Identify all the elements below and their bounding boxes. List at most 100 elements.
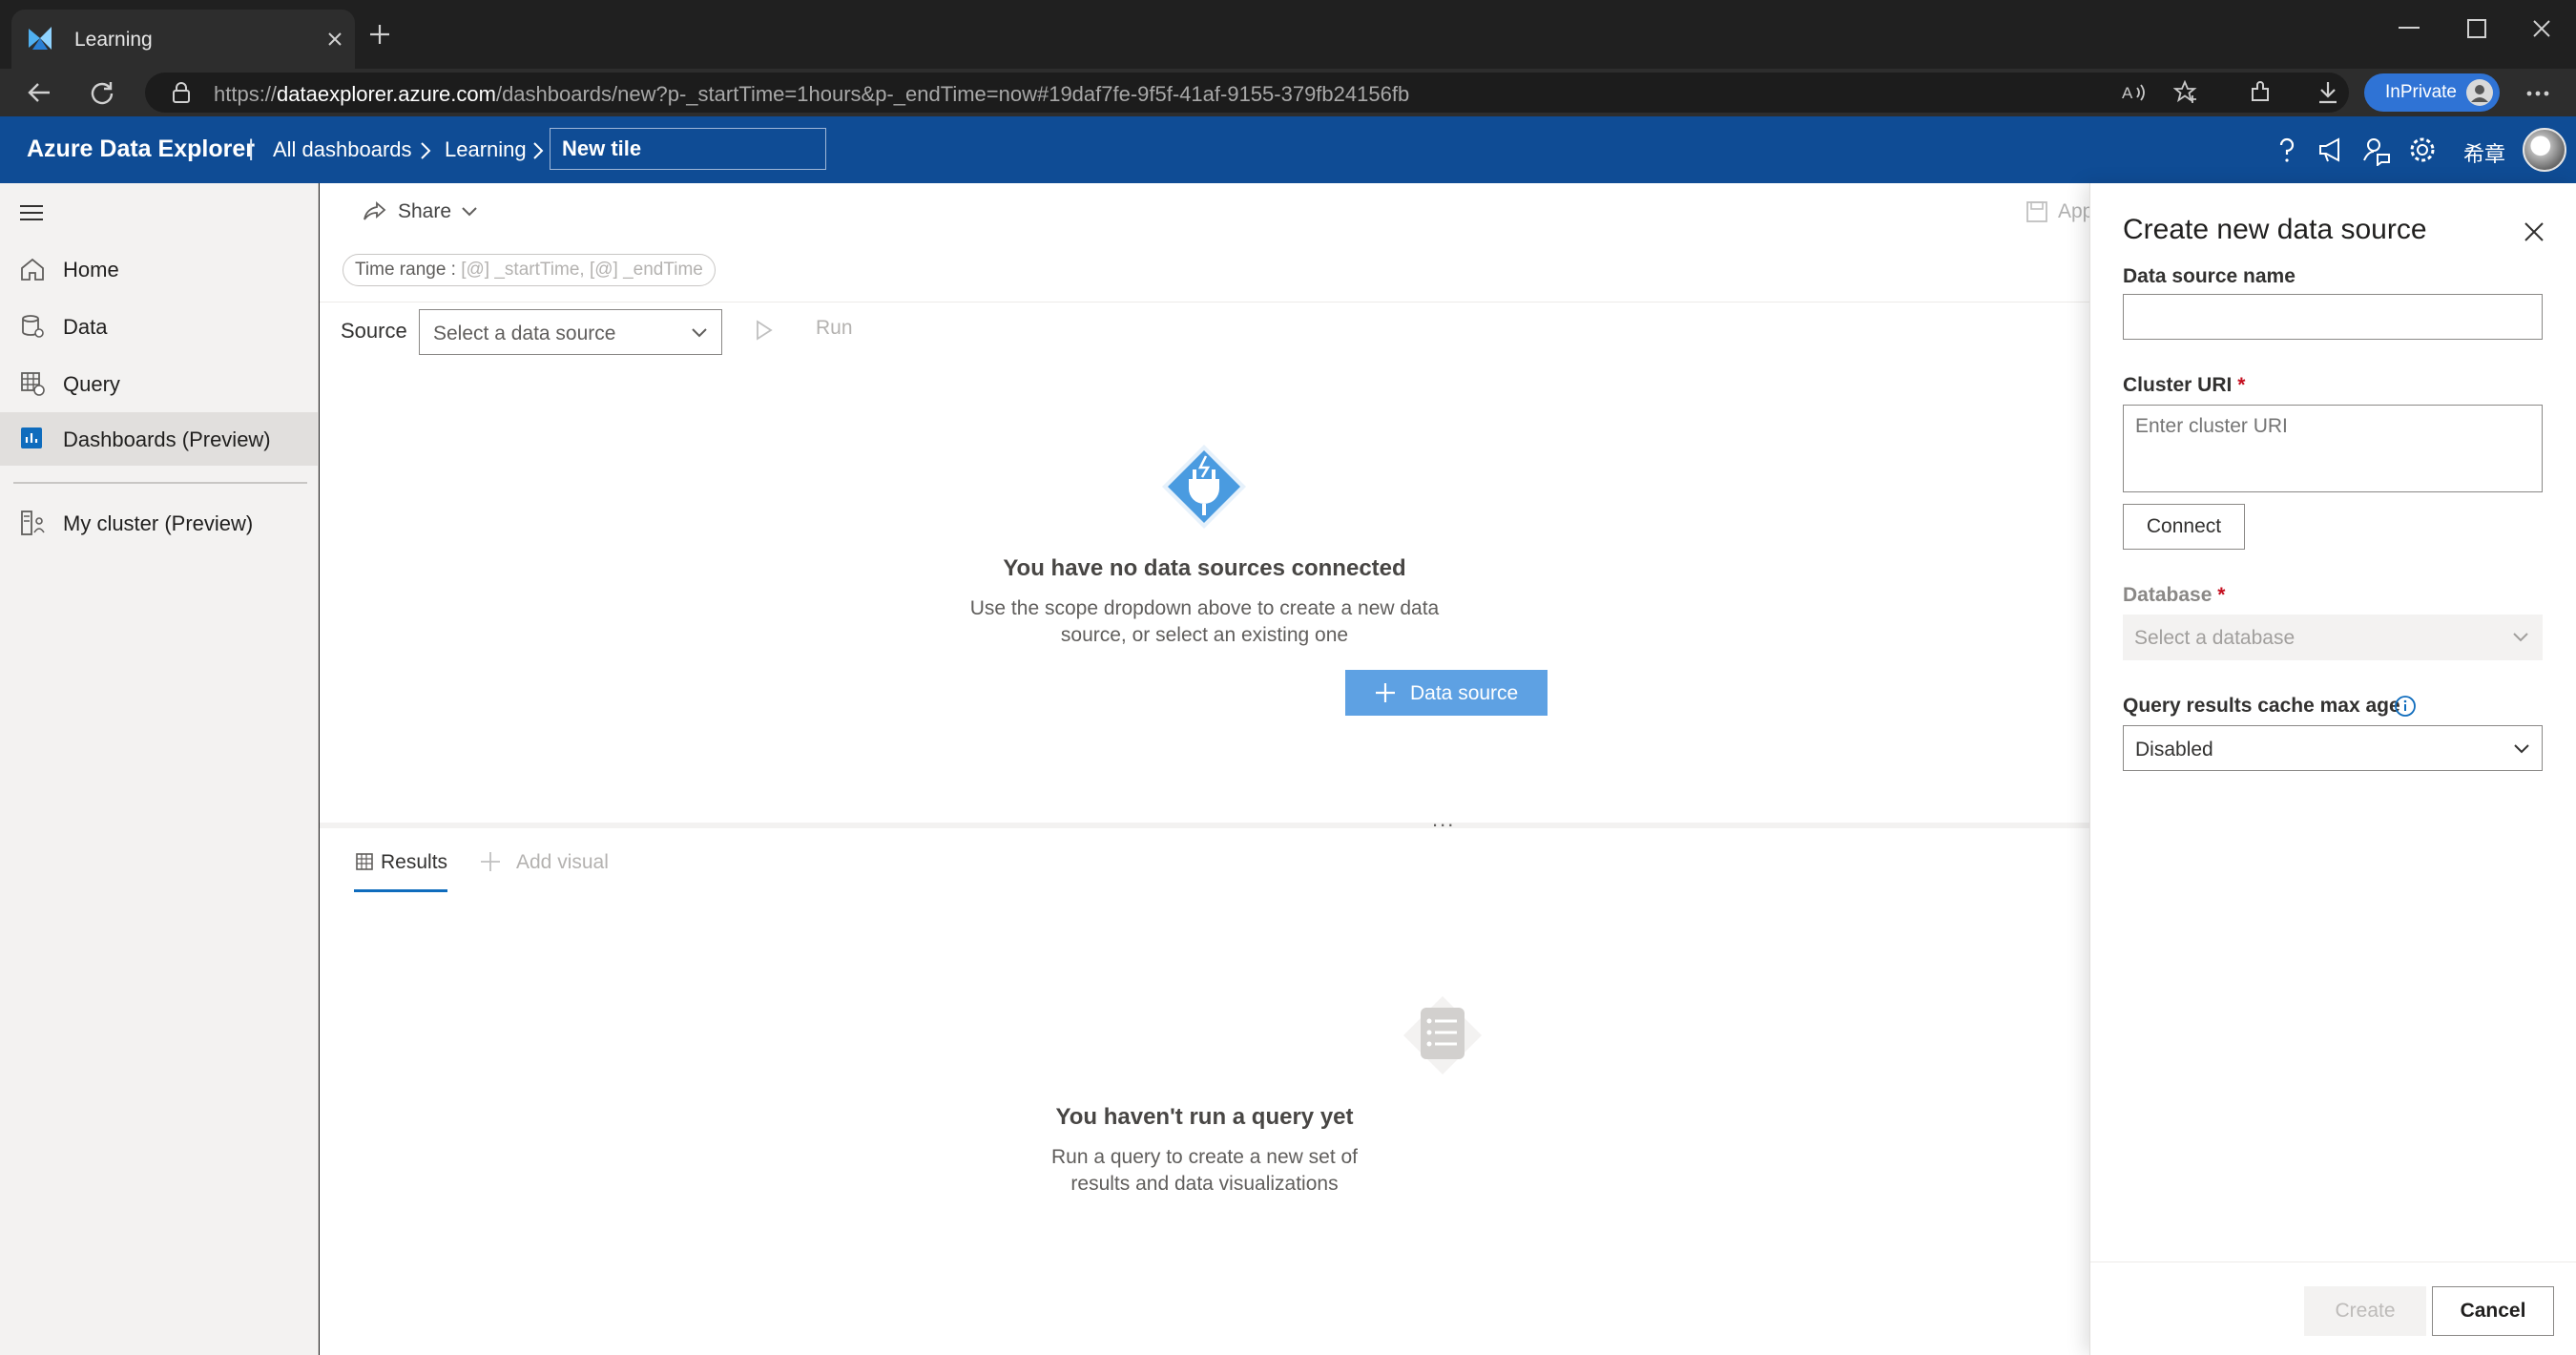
hamburger-menu-icon[interactable] — [19, 204, 44, 221]
info-icon[interactable] — [2394, 695, 2417, 718]
cache-max-age-select[interactable]: Disabled — [2123, 725, 2543, 771]
required-mark: * — [2237, 374, 2246, 396]
label-text: Data source name — [2123, 265, 2296, 287]
data-source-select[interactable]: Select a data source — [419, 309, 722, 355]
add-visual-button[interactable]: Add visual — [516, 851, 609, 874]
cluster-uri-label: Cluster URI * — [2123, 374, 2245, 397]
browser-tab-title: Learning — [74, 29, 153, 51]
cancel-button[interactable]: Cancel — [2432, 1286, 2554, 1336]
minimize-icon[interactable] — [2399, 27, 2420, 31]
refresh-icon[interactable] — [90, 80, 114, 105]
url-host: dataexplorer.azure.com — [277, 82, 496, 106]
breadcrumb-dashboard[interactable]: Learning — [445, 137, 527, 162]
tab-results[interactable]: Results — [381, 851, 447, 874]
browser-tab[interactable]: Learning — [11, 10, 355, 69]
apply-changes-button[interactable]: App — [2058, 200, 2093, 223]
chevron-down-icon[interactable] — [461, 206, 478, 218]
panel-footer-divider — [2090, 1261, 2576, 1262]
plug-icon — [1162, 445, 1246, 529]
plus-icon — [481, 852, 500, 871]
breadcrumb-all-dashboards[interactable]: All dashboards — [273, 137, 412, 162]
connect-button[interactable]: Connect — [2123, 504, 2245, 550]
tile-name-input[interactable] — [550, 128, 826, 170]
url-prefix: https:// — [214, 82, 278, 106]
nav-item-label: Data — [63, 315, 108, 339]
database-placeholder: Select a database — [2134, 627, 2296, 649]
cluster-uri-input[interactable] — [2123, 405, 2543, 492]
label-text: Query results cache max age — [2123, 695, 2400, 717]
empty-query-line: results and data visualizations — [1070, 1173, 1339, 1195]
empty-sources-title: You have no data sources connected — [1003, 555, 1406, 581]
help-icon[interactable] — [2271, 134, 2303, 166]
chevron-down-icon — [2514, 744, 2529, 754]
nav-item-label: My cluster (Preview) — [63, 511, 254, 535]
app-brand[interactable]: Azure Data Explorer — [27, 136, 255, 163]
announcements-icon[interactable] — [2316, 134, 2348, 166]
user-avatar[interactable] — [2523, 128, 2566, 172]
browser-menu-icon[interactable] — [2526, 91, 2549, 96]
nav-item-dashboards[interactable]: Dashboards (Preview) — [0, 412, 319, 466]
home-icon — [21, 258, 44, 281]
nav-item-data[interactable]: Data — [0, 300, 319, 353]
url-text: https://dataexplorer.azure.com/dashboard… — [214, 82, 1409, 107]
nav-item-home[interactable]: Home — [0, 242, 319, 296]
profile-avatar-icon — [2466, 79, 2493, 106]
list-document-icon — [1403, 996, 1482, 1074]
chevron-down-icon — [2513, 633, 2528, 642]
splitter-handle[interactable]: ... — [1432, 807, 1455, 832]
add-data-source-button[interactable]: Data source — [1345, 670, 1548, 716]
run-play-icon[interactable] — [755, 319, 774, 342]
database-select[interactable]: Select a database — [2123, 615, 2543, 660]
chevron-right-icon — [533, 142, 544, 159]
run-button[interactable]: Run — [816, 317, 853, 340]
settings-gear-icon[interactable] — [2406, 134, 2439, 166]
share-icon[interactable] — [362, 200, 386, 223]
data-source-placeholder: Select a data source — [433, 323, 616, 344]
share-button[interactable]: Share — [398, 200, 451, 223]
label-text: Cluster URI — [2123, 374, 2233, 396]
results-tab-indicator — [354, 889, 447, 892]
create-button[interactable]: Create — [2304, 1286, 2426, 1336]
url-path: /dashboards/new?p-_startTime=1hours&p-_e… — [495, 82, 1410, 106]
browser-tab-bar: Learning — [0, 0, 2576, 69]
data-source-name-input[interactable] — [2123, 294, 2543, 340]
close-icon[interactable] — [2524, 221, 2545, 242]
nav-item-query[interactable]: Query — [0, 357, 319, 410]
lock-icon[interactable] — [172, 82, 191, 103]
data-source-name-label: Data source name — [2123, 265, 2296, 288]
nav-item-my-cluster[interactable]: My cluster (Preview) — [0, 496, 319, 550]
feedback-icon[interactable] — [2360, 134, 2393, 166]
source-label: Source — [341, 319, 407, 343]
add-favorite-icon[interactable] — [2173, 80, 2198, 105]
close-window-icon[interactable] — [2532, 19, 2551, 38]
inprivate-label: InPrivate — [2385, 82, 2457, 102]
chevron-right-icon — [421, 142, 431, 159]
url-bar[interactable]: https://dataexplorer.azure.com/dashboard… — [145, 73, 2349, 113]
database-icon — [22, 315, 44, 338]
read-aloud-icon[interactable]: A — [2122, 82, 2147, 103]
query-icon — [21, 372, 45, 396]
pane-splitter[interactable] — [320, 823, 2089, 828]
create-data-source-panel: Create new data source Data source name … — [2089, 183, 2576, 1355]
adx-favicon-icon — [29, 27, 52, 50]
inprivate-badge[interactable]: InPrivate — [2364, 73, 2500, 112]
panel-title: Create new data source — [2123, 214, 2427, 245]
extensions-icon[interactable] — [2248, 80, 2273, 105]
required-mark: * — [2217, 584, 2226, 606]
dashboard-icon — [21, 427, 42, 448]
cache-max-age-value: Disabled — [2135, 739, 2213, 761]
empty-sources-description: Use the scope dropdown above to create a… — [320, 595, 2089, 649]
time-range-value: [@] _startTime, [@] _endTime — [461, 260, 703, 280]
user-name[interactable]: 希章 — [2463, 137, 2505, 168]
nav-item-label: Home — [63, 258, 119, 281]
save-icon — [2026, 201, 2047, 222]
close-tab-icon[interactable] — [326, 31, 343, 48]
maximize-icon[interactable] — [2467, 19, 2486, 38]
time-range-pill[interactable]: Time range : [@] _startTime, [@] _endTim… — [343, 254, 716, 286]
nav-divider — [13, 482, 307, 484]
downloads-icon[interactable] — [2316, 80, 2339, 105]
back-icon[interactable] — [27, 81, 52, 104]
new-tab-icon[interactable] — [368, 23, 391, 46]
empty-sources-line: source, or select an existing one — [1060, 624, 1349, 646]
label-text: Database — [2123, 584, 2212, 606]
